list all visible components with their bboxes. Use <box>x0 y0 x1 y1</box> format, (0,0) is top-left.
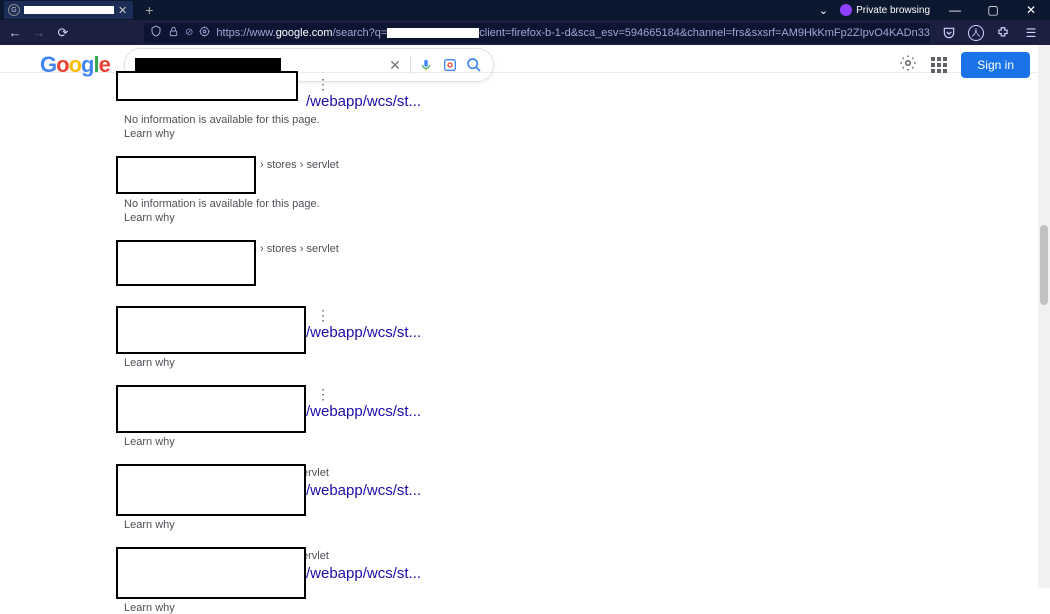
result-snippet: No information is available for this pag… <box>124 114 1050 126</box>
learn-why-link[interactable]: Learn why <box>124 212 1050 224</box>
redaction-box <box>116 71 298 101</box>
learn-why-link[interactable]: Learn why <box>124 519 1050 531</box>
result-menu-icon[interactable]: ⋮ <box>316 80 330 88</box>
shield-icon <box>150 25 162 40</box>
redaction-box <box>116 464 306 516</box>
window-close-button[interactable]: ✕ <box>1018 1 1044 19</box>
result-menu-icon[interactable]: ⋮ <box>316 311 330 319</box>
lens-search-icon[interactable] <box>441 56 459 74</box>
pocket-icon[interactable] <box>940 24 958 42</box>
nav-reload-button[interactable]: ⟳ <box>54 24 72 42</box>
search-result: ⋮ /webapp/wcs/st... No information is av… <box>116 77 1050 140</box>
permissions-icon[interactable]: ⊘ <box>185 27 193 38</box>
nav-forward-button[interactable]: → <box>30 24 48 42</box>
result-snippet: No information is available for this pag… <box>124 198 1050 210</box>
tab-close-icon[interactable]: ✕ <box>118 4 127 17</box>
redaction-box <box>116 385 306 433</box>
google-apps-icon[interactable] <box>931 57 947 73</box>
app-menu-icon[interactable]: ☰ <box>1022 24 1040 42</box>
browser-tab[interactable]: G ✕ <box>4 1 133 19</box>
private-mask-icon <box>840 4 852 16</box>
redaction-box <box>116 156 256 194</box>
location-icon[interactable] <box>199 26 210 40</box>
private-label: Private browsing <box>856 5 930 16</box>
learn-why-link[interactable]: Learn why <box>124 436 1050 448</box>
nav-back-button[interactable]: ← <box>6 24 24 42</box>
tabs-dropdown-icon[interactable]: ⌄ <box>819 4 828 17</box>
scrollbar-thumb[interactable] <box>1040 225 1048 305</box>
account-icon[interactable]: 人 <box>968 25 984 41</box>
search-result: ⋮ /webapp/wcs/st... Learn why <box>116 308 1050 369</box>
result-breadcrumb: › stores › servlet <box>260 243 339 255</box>
result-breadcrumb: ervlet <box>302 467 329 479</box>
window-maximize-button[interactable]: ▢ <box>980 1 1006 19</box>
search-button-icon[interactable] <box>465 56 483 74</box>
tab-title-redacted <box>24 6 114 14</box>
vertical-scrollbar[interactable] <box>1038 45 1050 588</box>
lock-icon <box>168 26 179 40</box>
browser-url-bar: ← → ⟳ ⊘ https://www.google.com/search?q=… <box>0 20 1050 45</box>
result-breadcrumb: › stores › servlet <box>260 159 339 171</box>
private-browsing-indicator: Private browsing <box>840 4 930 16</box>
search-result: ervlet ⋮ /webapp/wcs/st... Learn why <box>116 466 1050 531</box>
result-breadcrumb: ervlet <box>302 550 329 562</box>
redaction-box <box>116 306 306 354</box>
voice-search-icon[interactable] <box>417 56 435 74</box>
clear-search-icon[interactable]: ✕ <box>386 56 404 74</box>
redaction-box <box>116 240 256 286</box>
learn-why-link[interactable]: Learn why <box>124 602 1050 614</box>
browser-titlebar: G ✕ + ⌄ Private browsing — ▢ ✕ <box>0 0 1050 20</box>
learn-why-link[interactable]: Learn why <box>124 128 1050 140</box>
sign-in-button[interactable]: Sign in <box>961 52 1030 78</box>
settings-gear-icon[interactable] <box>899 54 917 77</box>
google-header: Google ✕ Sign in <box>0 45 1050 72</box>
extensions-icon[interactable] <box>994 24 1012 42</box>
address-bar[interactable]: ⊘ https://www.google.com/search?q=client… <box>144 23 930 43</box>
learn-why-link[interactable]: Learn why <box>124 357 1050 369</box>
search-result: › stores › servlet ⋮ No information is a… <box>116 158 1050 224</box>
redaction-box <box>116 547 306 599</box>
result-menu-icon[interactable]: ⋮ <box>316 390 330 398</box>
url-text: https://www.google.com/search?q=client=f… <box>216 27 930 39</box>
tab-favicon: G <box>8 4 20 16</box>
search-result: ervlet ⋮ /webapp/wcs/st... Learn why <box>116 549 1050 614</box>
search-query-redacted <box>135 58 281 72</box>
search-results: ⋮ /webapp/wcs/st... No information is av… <box>0 73 1050 614</box>
search-result: ⋮ /webapp/wcs/st... Learn why <box>116 387 1050 448</box>
search-result: › stores › servlet ⋮ <box>116 242 1050 290</box>
window-minimize-button[interactable]: — <box>942 1 968 19</box>
new-tab-button[interactable]: + <box>145 2 153 18</box>
google-logo[interactable]: Google <box>40 52 118 78</box>
